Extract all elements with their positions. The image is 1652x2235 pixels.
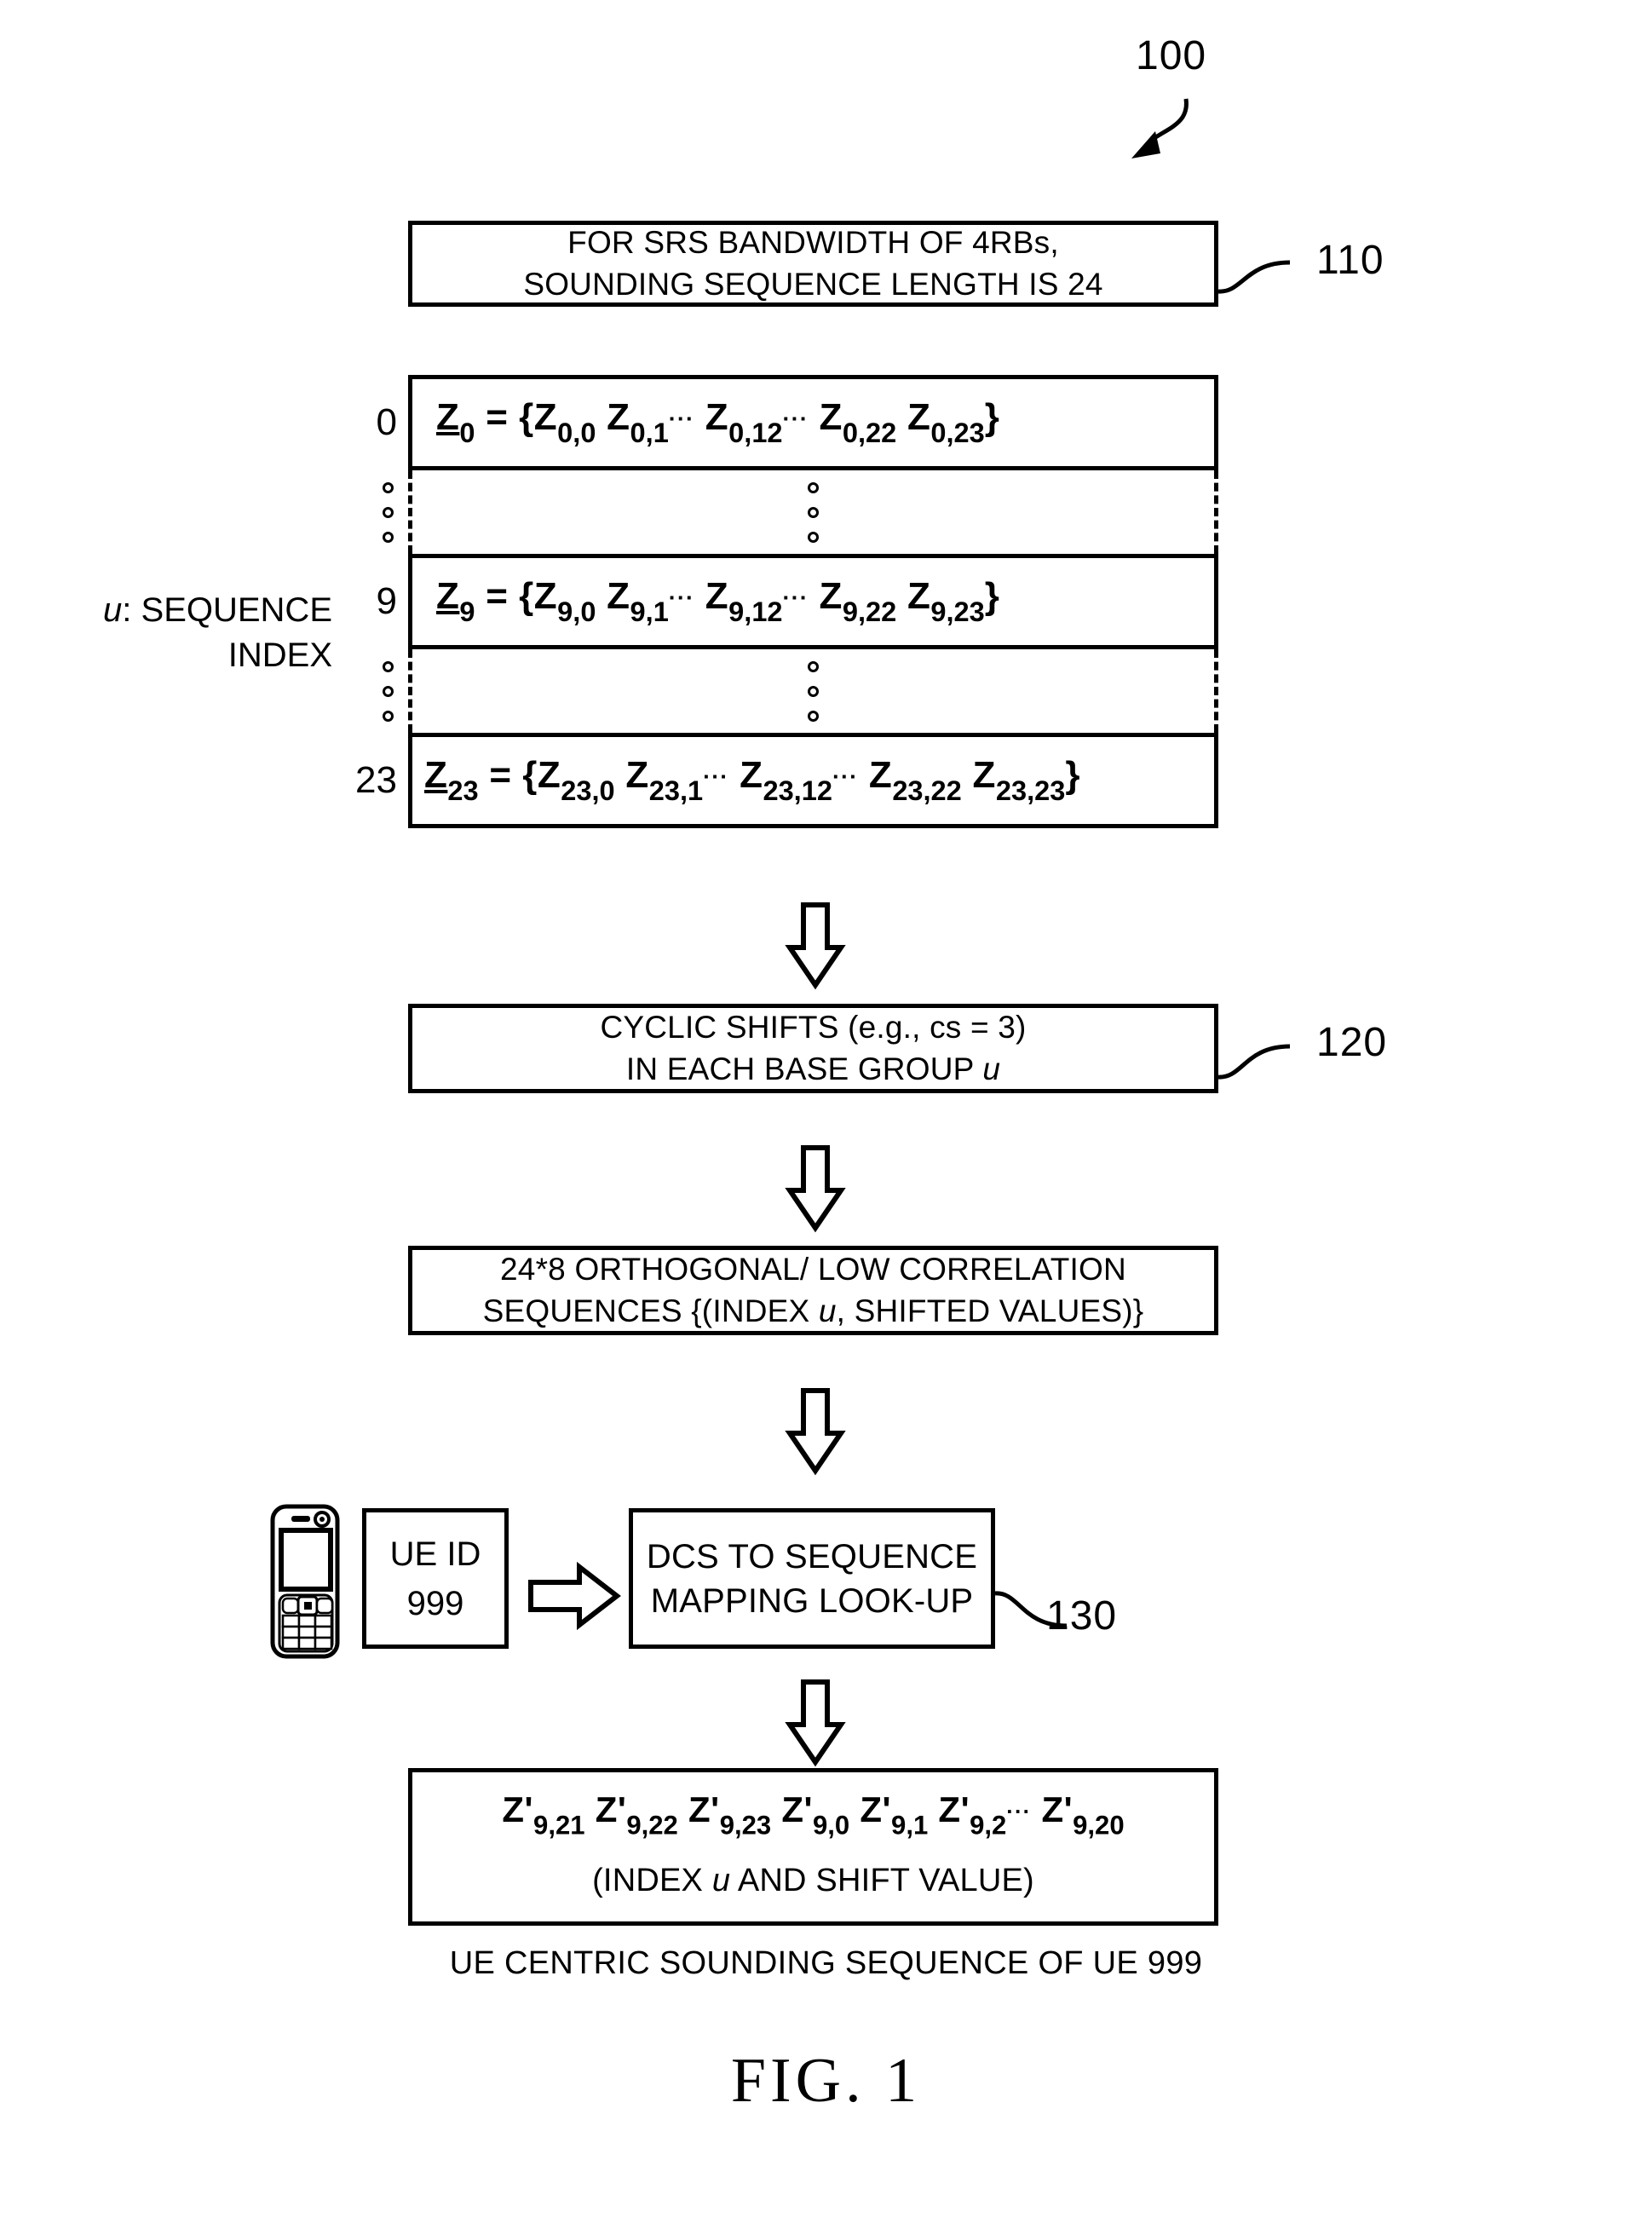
flow-arrow-down-2-icon (785, 1145, 846, 1233)
box-120-line-1: CYCLIC SHIFTS (e.g., cs = 3) (600, 1010, 1027, 1045)
reference-numeral-110: 110 (1316, 238, 1384, 283)
orthogonal-box-line-2: SEQUENCES {(INDEX u, SHIFTED VALUES)} (482, 1293, 1144, 1328)
output-sequence-subtitle: (INDEX u AND SHIFT VALUE) (592, 1862, 1034, 1898)
row-ellipsis-marks-left-lower (383, 649, 394, 733)
flow-arrow-right-icon (528, 1561, 621, 1631)
box-110-line-2: SOUNDING SEQUENCE LENGTH IS 24 (523, 266, 1103, 302)
leader-arrow-100-icon (1131, 98, 1189, 158)
box-130-line-2: MAPPING LOOK-UP (650, 1581, 974, 1620)
row-ellipsis-marks-center-upper (412, 470, 1214, 554)
row-expression-9: Z9 = {Z9,0 Z9,1··· Z9,12··· Z9,22 Z9,23} (436, 575, 1000, 627)
orthogonal-box-line-1: 24*8 ORTHOGONAL/ LOW CORRELATION (500, 1252, 1126, 1287)
table-row-ellipsis-lower (383, 649, 1218, 733)
figure-flow-caption: UE CENTRIC SOUNDING SEQUENCE OF UE 999 (449, 1945, 1203, 1981)
process-box-orthogonal-sequences: 24*8 ORTHOGONAL/ LOW CORRELATION SEQUENC… (408, 1246, 1218, 1335)
patent-figure-page: 100 FOR SRS BANDWIDTH OF 4RBs, SOUNDING … (0, 0, 1652, 2235)
leader-line-120-icon (1217, 1044, 1291, 1080)
row-index-9: 9 (376, 580, 397, 622)
figure-label: FIG. 1 (730, 2046, 922, 2116)
flow-arrow-down-4-icon (785, 1679, 846, 1767)
process-box-110: FOR SRS BANDWIDTH OF 4RBs, SOUNDING SEQU… (408, 221, 1218, 307)
ue-id-label: UE ID (389, 1535, 481, 1573)
ue-id-value: 999 (406, 1584, 464, 1622)
row-ellipsis-marks-left-upper (383, 470, 394, 554)
axis-label-line-1: : SEQUENCE (122, 591, 332, 629)
box-120-line-2: IN EACH BASE GROUP u (625, 1051, 1001, 1086)
flow-arrow-down-1-icon (785, 902, 846, 990)
reference-numeral-100: 100 (1136, 33, 1207, 78)
box-110-line-1: FOR SRS BANDWIDTH OF 4RBs, (567, 225, 1059, 261)
box-130-line-1: DCS TO SEQUENCE (646, 1537, 978, 1575)
row-ellipsis-marks-center-lower (412, 649, 1214, 733)
sequence-table: 0 Z0 = {Z0,0 Z0,1··· Z0,12··· Z0,22 Z0,2… (355, 375, 1218, 828)
leader-line-110-icon (1217, 260, 1291, 294)
flow-arrow-down-3-icon (785, 1388, 846, 1476)
axis-label-symbol: u (103, 591, 123, 629)
mobile-phone-icon (270, 1504, 340, 1659)
output-sequence-expression: Z'9,21 Z'9,22 Z'9,23 Z'9,0 Z'9,1 Z'9,2··… (502, 1789, 1125, 1840)
sequence-index-axis-label: u: SEQUENCE INDEX (85, 588, 332, 678)
output-sequence-box: Z'9,21 Z'9,22 Z'9,23 Z'9,0 Z'9,1 Z'9,2··… (408, 1768, 1218, 1926)
table-row-sequence-23: 23 Z23 = {Z23,0 Z23,1··· Z23,12··· Z23,2… (355, 733, 1218, 828)
row-expression-23: Z23 = {Z23,0 Z23,1··· Z23,12··· Z23,22 Z… (424, 754, 1080, 806)
row-expression-0: Z0 = {Z0,0 Z0,1··· Z0,12··· Z0,22 Z0,23} (436, 396, 1000, 448)
axis-label-line-2: INDEX (227, 636, 332, 674)
table-row-sequence-0: 0 Z0 = {Z0,0 Z0,1··· Z0,12··· Z0,22 Z0,2… (377, 375, 1218, 470)
table-row-sequence-9: 9 Z9 = {Z9,0 Z9,1··· Z9,12··· Z9,22 Z9,2… (377, 554, 1218, 649)
ue-id-box: UE ID 999 (362, 1508, 509, 1649)
row-index-23: 23 (355, 759, 397, 801)
reference-numeral-130: 130 (1046, 1593, 1118, 1639)
process-box-130: DCS TO SEQUENCE MAPPING LOOK-UP (629, 1508, 995, 1649)
table-row-ellipsis-upper (383, 470, 1218, 554)
row-index-0: 0 (376, 401, 397, 443)
process-box-120: CYCLIC SHIFTS (e.g., cs = 3) IN EACH BAS… (408, 1004, 1218, 1093)
reference-numeral-120: 120 (1316, 1020, 1388, 1065)
